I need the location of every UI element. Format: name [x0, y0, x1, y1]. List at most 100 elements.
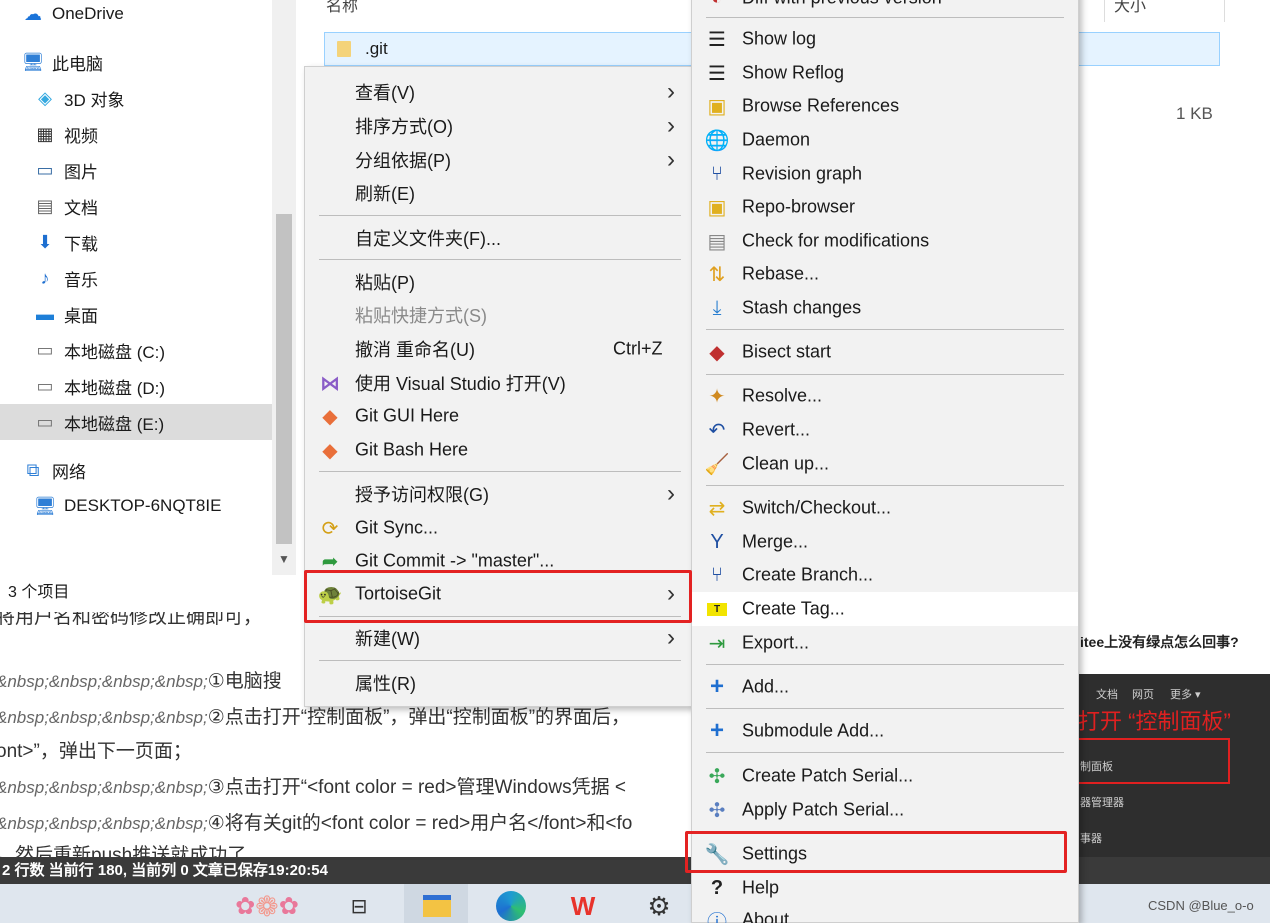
menu-item-switch-checkout[interactable]: ⇄ Switch/Checkout... [692, 491, 1078, 525]
menu-item-help[interactable]: ? Help [692, 871, 1078, 905]
menu-item-refresh[interactable]: 刷新(E) [305, 176, 693, 210]
menu-item-customize-folder[interactable]: 自定义文件夹(F)... [305, 221, 693, 255]
branch-icon: ⑂ [711, 563, 723, 586]
menu-item-resolve[interactable]: ✦ Resolve... [692, 379, 1078, 413]
menu-item-git-gui[interactable]: ◆ Git GUI Here [305, 399, 693, 433]
menu-item-browse-references[interactable]: ▣ Browse References [692, 89, 1078, 123]
column-header-name[interactable]: 名称 [326, 0, 358, 16]
nav-onedrive[interactable]: ☁ OneDrive [0, 0, 272, 32]
chevron-right-icon: › [667, 78, 675, 105]
menu-separator [706, 17, 1064, 18]
menu-item-group-by[interactable]: 分组依据(P) › [305, 143, 693, 177]
menu-item-git-sync[interactable]: ⟳ Git Sync... [305, 511, 693, 545]
menu-separator [319, 660, 681, 661]
menu-item-add[interactable]: + Add... [692, 670, 1078, 704]
menu-item-paste-shortcut: 粘贴快捷方式(S) [355, 306, 487, 326]
file-explorer-icon[interactable] [420, 889, 454, 923]
menu-item-check-modifications[interactable]: ▤ Check for modifications [692, 224, 1078, 258]
menu-item-create-patch-serial[interactable]: ✣ Create Patch Serial... [692, 759, 1078, 793]
nav-documents[interactable]: ▤ 文档 [0, 188, 272, 224]
menu-item-submodule-add[interactable]: + Submodule Add... [692, 714, 1078, 748]
menu-item-properties[interactable]: 属性(R) [305, 666, 693, 700]
nav-pictures[interactable]: ▭ 图片 [0, 152, 272, 188]
watermark: CSDN @Blue_o-o [1148, 898, 1254, 913]
task-view-icon[interactable]: ⊟ [342, 889, 376, 923]
resolve-icon: ✦ [708, 385, 726, 408]
menu-item-sort-by[interactable]: 排序方式(O) › [305, 109, 693, 143]
menu-item-bisect-start[interactable]: ◆ Bisect start [692, 335, 1078, 369]
info-icon: ⓘ [707, 911, 727, 923]
menu-item-undo-rename[interactable]: 撤消 重命名(U) Ctrl+Z [305, 332, 693, 366]
menu-item-stash-changes[interactable]: ⤓ Stash changes [692, 291, 1078, 325]
menu-item-rebase[interactable]: ⇅ Rebase... [692, 257, 1078, 291]
nav-downloads[interactable]: ⬇ 下载 [0, 224, 272, 260]
edge-icon[interactable] [494, 889, 528, 923]
scroll-down-icon[interactable]: ▼ [276, 552, 292, 572]
menu-item-daemon[interactable]: 🌐 Daemon [692, 123, 1078, 157]
nav-network-computer[interactable]: 🖥 DESKTOP-6NQT8IE [0, 488, 272, 524]
settings-icon[interactable]: ⚙ [642, 889, 676, 923]
menu-separator [319, 215, 681, 216]
drive-icon: ▭ [36, 411, 54, 432]
nav-drive-d[interactable]: ▭ 本地磁盘 (D:) [0, 368, 272, 404]
nav-scroll-thumb[interactable] [276, 214, 292, 544]
nav-videos[interactable]: ▦ 视频 [0, 116, 272, 152]
menu-item-view[interactable]: 查看(V) › [305, 75, 693, 109]
cube-icon: ◈ [38, 87, 52, 108]
cloud-icon: ☁ [24, 3, 42, 24]
nav-drive-c[interactable]: ▭ 本地磁盘 (C:) [0, 332, 272, 368]
menu-item-apply-patch-serial[interactable]: ✣ Apply Patch Serial... [692, 793, 1078, 827]
menu-item-diff-previous[interactable]: ◐ Diff with previous version [692, 0, 1078, 15]
menu-separator [706, 664, 1064, 665]
nav-drive-e[interactable]: ▭ 本地磁盘 (E:) [0, 404, 272, 440]
nav-3d-objects[interactable]: ◈ 3D 对象 [0, 80, 272, 116]
menu-item-about[interactable]: ⓘ About [692, 903, 1078, 923]
git-icon: ◆ [322, 439, 338, 462]
patch-icon: ✣ [708, 765, 726, 788]
editor-line: ，然后重新push推送就成功了 [0, 845, 247, 857]
brain-sticker-icon[interactable]: ✿ ❁ ✿ [222, 889, 312, 923]
nav-desktop[interactable]: ▬ 桌面 [0, 296, 272, 332]
column-header-size[interactable]: 大小 [1114, 0, 1146, 16]
menu-item-create-branch[interactable]: ⑂ Create Branch... [692, 558, 1078, 592]
menu-item-grant-access[interactable]: 授予访问权限(G) › [305, 477, 693, 511]
broom-icon: 🧹 [704, 453, 730, 476]
editor-line: ont>”，弹出下一页面； [0, 741, 192, 762]
patch-icon: ✣ [708, 799, 726, 822]
bisect-icon: ◆ [709, 341, 725, 364]
menu-item-export[interactable]: ⇥ Export... [692, 626, 1078, 660]
preview-title: 打开 “控制面板” [1078, 709, 1231, 734]
editor-line: &nbsp;&nbsp;&nbsp;&nbsp;④将有关git的<font co… [0, 813, 633, 834]
folder-icon [337, 41, 351, 57]
nav-music[interactable]: ♪ 音乐 [0, 260, 272, 296]
network-computer-icon: 🖥 [33, 495, 57, 516]
log-icon: ☰ [708, 62, 726, 85]
menu-item-git-bash[interactable]: ◆ Git Bash Here [305, 433, 693, 467]
wps-icon[interactable]: W [566, 889, 600, 923]
column-divider [1224, 0, 1225, 22]
menu-item-new[interactable]: 新建(W) › [305, 621, 693, 655]
nav-network[interactable]: ⧉ 网络 [0, 452, 272, 488]
file-size: 1 KB [1176, 104, 1213, 123]
menu-item-open-visual-studio[interactable]: ⋈ 使用 Visual Studio 打开(V) [305, 366, 693, 400]
menu-item-create-tag[interactable]: T Create Tag... [692, 592, 1078, 626]
menu-item-repo-browser[interactable]: ▣ Repo-browser [692, 190, 1078, 224]
navigation-pane: ☁ OneDrive 🖥 此电脑 ◈ 3D 对象 ▦ 视频 ▭ 图片 ▤ 文档 … [0, 0, 272, 575]
check-modifications-icon: ▤ [707, 230, 727, 253]
menu-separator [706, 485, 1064, 486]
chevron-right-icon: › [667, 624, 675, 651]
menu-item-revision-graph[interactable]: ⑂ Revision graph [692, 157, 1078, 191]
nav-this-pc[interactable]: 🖥 此电脑 [0, 44, 272, 80]
menu-item-revert[interactable]: ↶ Revert... [692, 413, 1078, 447]
menu-item-show-reflog[interactable]: ☰ Show Reflog [692, 56, 1078, 90]
stash-icon: ⤓ [712, 296, 722, 319]
export-icon: ⇥ [708, 632, 726, 655]
chevron-right-icon: › [667, 112, 675, 139]
menu-item-clean-up[interactable]: 🧹 Clean up... [692, 447, 1078, 481]
video-icon: ▦ [36, 123, 54, 144]
drive-icon: ▭ [36, 339, 54, 360]
menu-item-merge[interactable]: Y Merge... [692, 525, 1078, 559]
status-item-count: 3 个项目 [8, 584, 70, 601]
menu-item-paste[interactable]: 粘贴(P) [305, 265, 693, 299]
menu-item-show-log[interactable]: ☰ Show log [692, 22, 1078, 56]
